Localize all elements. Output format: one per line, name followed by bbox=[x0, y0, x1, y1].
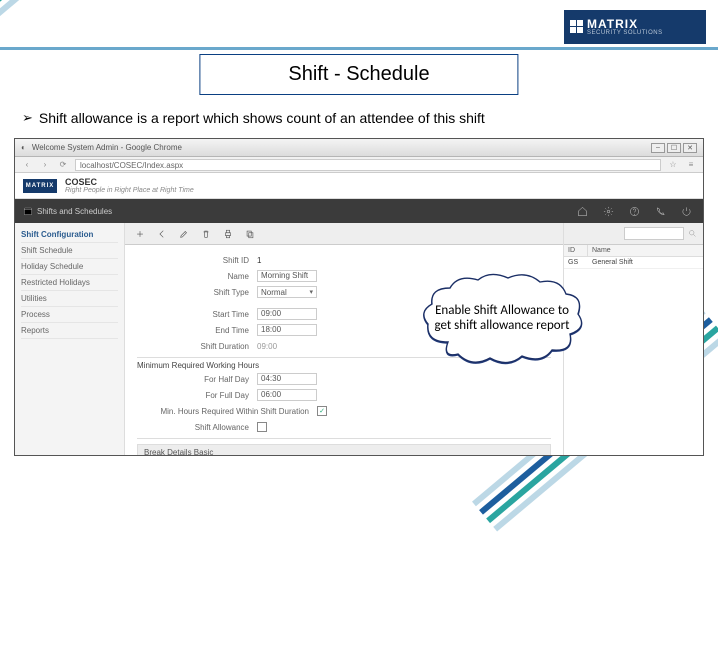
matrix-logo: MATRIX SECURITY SOLUTIONS bbox=[564, 10, 706, 44]
toolbar-print-icon[interactable] bbox=[221, 227, 235, 241]
row-name: General Shift bbox=[588, 257, 703, 268]
sidebar-item-utilities[interactable]: Utilities bbox=[21, 291, 118, 307]
start-time-label: Start Time bbox=[137, 310, 257, 319]
gear-icon[interactable] bbox=[599, 202, 617, 220]
sidebar-item-shift-configuration[interactable]: Shift Configuration bbox=[21, 227, 118, 243]
sidebar-item-shift-schedule[interactable]: Shift Schedule bbox=[21, 243, 118, 259]
browser-favicon: ◐ bbox=[21, 143, 26, 152]
breadcrumb: Shifts and Schedules bbox=[23, 206, 112, 216]
sidebar-item-restricted-holidays[interactable]: Restricted Holidays bbox=[21, 275, 118, 291]
toolbar-new-icon[interactable] bbox=[133, 227, 147, 241]
min-hours-within-label: Min. Hours Required Within Shift Duratio… bbox=[137, 407, 317, 416]
window-minimize-button[interactable]: ‒ bbox=[651, 143, 665, 153]
slide-header: MATRIX SECURITY SOLUTIONS bbox=[0, 0, 718, 50]
name-input[interactable]: Morning Shift bbox=[257, 270, 317, 282]
bookmark-icon[interactable]: ☆ bbox=[667, 160, 679, 169]
row-id: GS bbox=[564, 257, 588, 268]
nav-reload-button[interactable]: ⟳ bbox=[57, 159, 69, 171]
shift-duration-label: Shift Duration bbox=[137, 342, 257, 351]
toolbar-copy-icon[interactable] bbox=[243, 227, 257, 241]
col-id: ID bbox=[564, 245, 588, 256]
start-time-input[interactable]: 09:00 bbox=[257, 308, 317, 320]
shift-allowance-checkbox[interactable] bbox=[257, 422, 267, 432]
help-icon[interactable] bbox=[625, 202, 643, 220]
breadcrumb-label: Shifts and Schedules bbox=[37, 207, 112, 216]
logo-sub: SECURITY SOLUTIONS bbox=[587, 30, 663, 36]
address-field[interactable]: localhost/COSEC/Index.aspx bbox=[75, 159, 661, 171]
product-tagline: Right People in Right Place at Right Tim… bbox=[65, 187, 194, 194]
half-day-label: For Half Day bbox=[137, 375, 257, 384]
ribbon-bar: Shifts and Schedules bbox=[15, 199, 703, 223]
sidebar-item-reports[interactable]: Reports bbox=[21, 323, 118, 339]
window-title: Welcome System Admin - Google Chrome bbox=[32, 143, 182, 152]
end-time-input[interactable]: 18:00 bbox=[257, 324, 317, 336]
schedule-icon bbox=[23, 206, 33, 216]
shift-type-label: Shift Type bbox=[137, 288, 257, 297]
left-sidebar: Shift Configuration Shift Schedule Holid… bbox=[15, 223, 125, 455]
toolbar-edit-icon[interactable] bbox=[177, 227, 191, 241]
list-header-row: ID Name bbox=[564, 245, 703, 257]
home-icon[interactable] bbox=[573, 202, 591, 220]
full-day-label: For Full Day bbox=[137, 391, 257, 400]
bullet-arrow-icon: ➢ bbox=[22, 110, 33, 126]
search-input[interactable] bbox=[624, 227, 684, 240]
shift-allowance-label: Shift Allowance bbox=[137, 423, 257, 432]
bullet-line: ➢ Shift allowance is a report which show… bbox=[22, 110, 485, 126]
product-logo: MATRIX bbox=[23, 179, 57, 193]
product-name: COSEC bbox=[65, 177, 194, 187]
chrome-title-bar: ◐ Welcome System Admin - Google Chrome ‒… bbox=[15, 139, 703, 157]
name-label: Name bbox=[137, 272, 257, 281]
shift-id-value: 1 bbox=[257, 256, 261, 265]
nav-back-button[interactable]: ‹ bbox=[21, 159, 33, 171]
min-hours-within-checkbox[interactable]: ✓ bbox=[317, 406, 327, 416]
nav-forward-button[interactable]: › bbox=[39, 159, 51, 171]
toolbar-delete-icon[interactable] bbox=[199, 227, 213, 241]
sidebar-item-holiday-schedule[interactable]: Holiday Schedule bbox=[21, 259, 118, 275]
browser-url-bar: ‹ › ⟳ localhost/COSEC/Index.aspx ☆ ≡ bbox=[15, 157, 703, 173]
window-close-button[interactable]: ✕ bbox=[683, 143, 697, 153]
product-header: MATRIX COSEC Right People in Right Place… bbox=[15, 173, 703, 199]
bullet-text: Shift allowance is a report which shows … bbox=[39, 110, 485, 126]
end-time-label: End Time bbox=[137, 326, 257, 335]
shift-id-label: Shift ID bbox=[137, 256, 257, 265]
list-item[interactable]: GS General Shift bbox=[564, 257, 703, 269]
shift-duration-value: 09:00 bbox=[257, 342, 277, 351]
page-title: Shift - Schedule bbox=[199, 54, 518, 95]
full-day-input[interactable]: 06:00 bbox=[257, 389, 317, 401]
chrome-menu-icon[interactable]: ≡ bbox=[685, 160, 697, 169]
app-window: ◐ Welcome System Admin - Google Chrome ‒… bbox=[14, 138, 704, 456]
chevron-down-icon: ▾ bbox=[309, 288, 313, 296]
right-panel-header bbox=[564, 223, 703, 245]
shift-type-value: Normal bbox=[261, 288, 287, 297]
sidebar-item-process[interactable]: Process bbox=[21, 307, 118, 323]
form-toolbar bbox=[125, 223, 563, 245]
power-icon[interactable] bbox=[677, 202, 695, 220]
phone-icon[interactable] bbox=[651, 202, 669, 220]
logo-brand: MATRIX bbox=[587, 18, 663, 30]
window-maximize-button[interactable]: ☐ bbox=[667, 143, 681, 153]
callout-text: Enable Shift Allowance to get shift allo… bbox=[432, 286, 572, 352]
callout-cloud: Enable Shift Allowance to get shift allo… bbox=[418, 272, 586, 366]
half-day-input[interactable]: 04:30 bbox=[257, 373, 317, 385]
search-icon[interactable] bbox=[688, 229, 697, 238]
col-name: Name bbox=[588, 245, 703, 256]
toolbar-prev-icon[interactable] bbox=[155, 227, 169, 241]
content-area: Shift Configuration Shift Schedule Holid… bbox=[15, 223, 703, 455]
shift-type-select[interactable]: Normal ▾ bbox=[257, 286, 317, 298]
break-basic-section[interactable]: Break Details Basic bbox=[137, 444, 551, 456]
